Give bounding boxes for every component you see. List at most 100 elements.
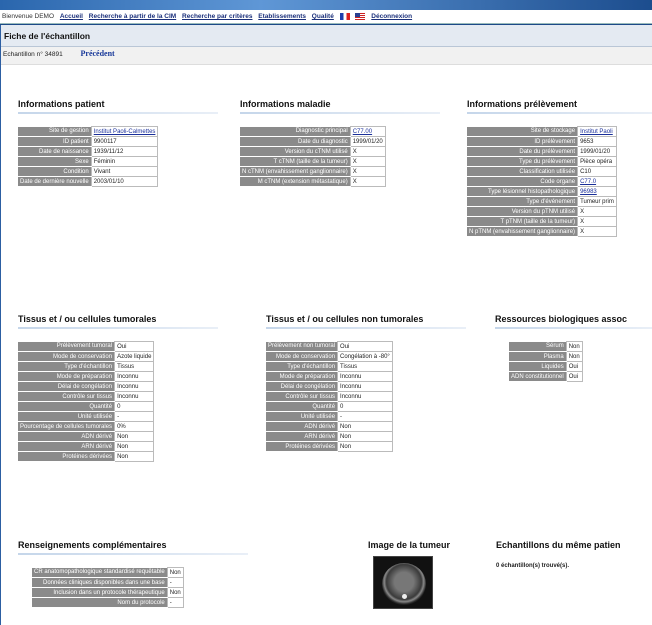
section-non-tumorales: Tissus et / ou cellules non tumorales Pr… (266, 314, 466, 452)
field-value: Azote liquide (114, 351, 155, 362)
field-value: Oui (337, 341, 393, 352)
field-label: Protéines dérivées (18, 451, 115, 462)
field-label: Délai de congélation (266, 381, 338, 392)
table-row: Mode de conservation Congélation à -80° (266, 351, 393, 362)
section-rule (18, 327, 218, 329)
table-row: Version du pTNM utilisé X (467, 206, 617, 217)
nav-link-etablissements[interactable]: Etablissements (258, 13, 306, 20)
field-value: Pièce opéra (577, 156, 617, 167)
field-value: - (166, 597, 184, 608)
field-label: Données cliniques disponibles dans une b… (32, 577, 168, 588)
logout-link[interactable]: Déconnexion (371, 13, 412, 20)
nav-link-accueil[interactable]: Accueil (60, 13, 83, 20)
field-value-link[interactable]: Institut Paoli-Calmettes (90, 126, 159, 137)
field-value: X (577, 216, 617, 227)
table-row: Classification utilisée C10 (467, 166, 617, 177)
nav-link-recherche-cim[interactable]: Recherche à partir de la CIM (89, 13, 176, 20)
field-value: Oui (114, 341, 155, 352)
table-row: ADN dérivé Non (18, 431, 155, 442)
previous-link[interactable]: Précédent (81, 49, 115, 58)
field-value: Tumeur prim (577, 196, 617, 207)
table-row: ADN dérivé Non (266, 421, 393, 432)
field-value: 0 (114, 401, 155, 412)
table-row: Unité utilisée - (18, 411, 155, 422)
field-value: 0% (114, 421, 155, 432)
top-banner (0, 0, 652, 10)
field-label: Code organe (467, 176, 578, 187)
table-row: Inclusion dans un protocole thérapeutiqu… (32, 587, 184, 598)
field-label: N pTNM (envahissement ganglionnaire) (467, 226, 578, 237)
table-row: ADN constitutionnel Oui (509, 371, 583, 382)
field-value: Oui (565, 371, 583, 382)
section-maladie: Informations maladie Diagnostic principa… (240, 99, 440, 187)
complementaires-table: CR anatomopathologique standardisé requê… (32, 567, 184, 608)
english-flag-icon[interactable] (355, 12, 366, 20)
field-value-link[interactable]: C77.00 (349, 126, 386, 137)
field-value-link[interactable]: 96983 (577, 186, 617, 197)
table-row: Unité utilisée - (266, 411, 393, 422)
table-row: Mode de conservation Azote liquide (18, 351, 155, 362)
field-label: Type d'échantillon (18, 361, 115, 372)
section-title: Image de la tumeur (368, 540, 451, 550)
table-row: N pTNM (envahissement ganglionnaire) X (467, 226, 617, 237)
french-flag-icon[interactable] (339, 12, 350, 20)
field-value: Non (114, 441, 155, 452)
section-patient: Informations patient Site de gestion Inst… (18, 99, 218, 187)
table-row: ID prélèvement 9653 (467, 136, 617, 147)
tumor-scan-image[interactable] (373, 556, 433, 609)
field-label: Délai de congélation (18, 381, 115, 392)
field-label: Contrôle sur tissus (266, 391, 338, 402)
field-value: Non (166, 587, 184, 598)
table-row: Mode de préparation Inconnu (266, 371, 393, 382)
field-value: 0 (337, 401, 393, 412)
table-row: Type lésionnel histopathologique 96983 (467, 186, 617, 197)
field-value: X (349, 166, 386, 177)
table-row: T pTNM (taille de la tumeur) X (467, 216, 617, 227)
table-row: Prélèvement non tumoral Oui (266, 341, 393, 352)
field-value: X (349, 146, 386, 157)
field-value: 1999/01/20 (577, 146, 617, 157)
field-value: Non (565, 341, 583, 352)
section-image: Image de la tumeur (368, 540, 478, 550)
field-value: Inconnu (337, 371, 393, 382)
field-value: 9900117 (90, 136, 159, 147)
field-label: ADN constitutionnel (509, 371, 567, 382)
section-rule (18, 553, 248, 555)
section-title: Informations patient (18, 99, 105, 109)
table-row: Protéines dérivées Non (266, 441, 393, 452)
scan-marker (402, 594, 407, 599)
field-label: Condition (18, 166, 92, 177)
field-label: ARN dérivé (266, 431, 338, 442)
sample-line: Echantillon n° 34891 Précédent (3, 49, 115, 58)
field-label: ID patient (18, 136, 92, 147)
field-value: Vivant (90, 166, 159, 177)
table-row: Plasma Non (509, 351, 583, 362)
table-row: Type d'événement Tumeur prim (467, 196, 617, 207)
section-meme-patient: Echantillons du même patien (496, 540, 652, 550)
field-value: 2003/01/10 (90, 176, 159, 187)
table-row: M cTNM (extension métastatique) X (240, 176, 386, 187)
field-label: Quantité (18, 401, 115, 412)
table-row: T cTNM (taille de la tumeur) X (240, 156, 386, 167)
field-label: Sexe (18, 156, 92, 167)
field-label: N cTNM (envahissement ganglionnaire) (240, 166, 351, 177)
nav-link-recherche-criteres[interactable]: Recherche par critères (182, 13, 252, 20)
field-label: Mode de conservation (18, 351, 115, 362)
field-value: - (166, 577, 184, 588)
field-value-link[interactable]: C77.0 (577, 176, 617, 187)
section-prelevement: Informations prélèvement Site de stockag… (467, 99, 652, 237)
table-row: ID patient 9900117 (18, 136, 159, 147)
prelevement-table: Site de stockage Institut Paoli ID prélève… (467, 126, 617, 237)
field-value-link[interactable]: Institut Paoli (577, 126, 617, 137)
table-row: Date du prélèvement 1999/01/20 (467, 146, 617, 157)
table-row: ARN dérivé Non (18, 441, 155, 452)
table-row: Délai de congélation Inconnu (18, 381, 155, 392)
table-row: Contrôle sur tissus Inconnu (266, 391, 393, 402)
table-row: N cTNM (envahissement ganglionnaire) X (240, 166, 386, 177)
nav-link-qualite[interactable]: Qualité (312, 13, 334, 20)
section-rule (266, 327, 466, 329)
patient-table: Site de gestion Institut Paoli-Calmettes I… (18, 126, 159, 187)
field-label: T pTNM (taille de la tumeur) (467, 216, 578, 227)
field-label: Mode de conservation (266, 351, 338, 362)
field-label: Date de naissance (18, 146, 92, 157)
